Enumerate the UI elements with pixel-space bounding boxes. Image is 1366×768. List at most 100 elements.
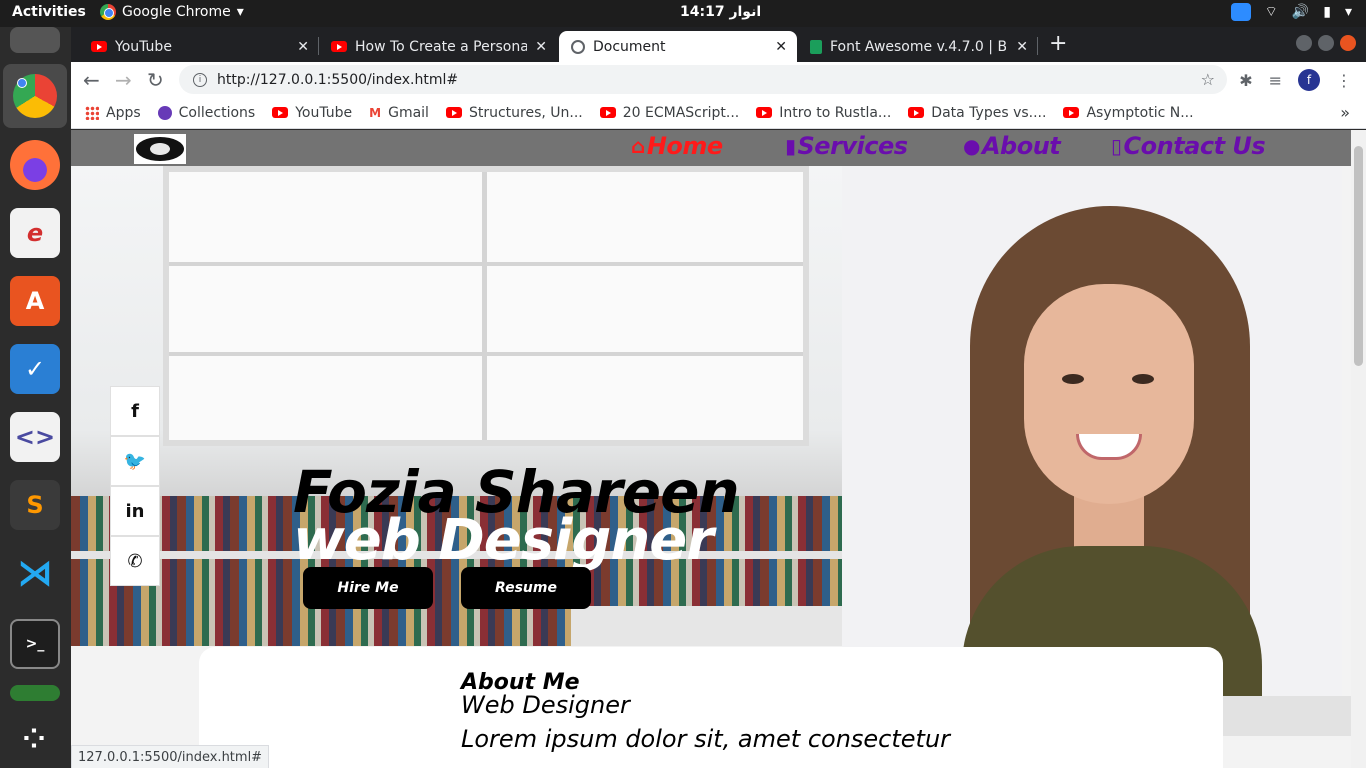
about-subtitle: Web Designer [461,691,630,719]
vscode-icon[interactable]: ⋊ [10,548,60,598]
sheets-icon[interactable] [10,685,60,701]
address-bar[interactable]: i http://127.0.0.1:5500/index.html# ☆ [179,65,1227,94]
activities-button[interactable]: Activities [12,4,86,20]
tab-youtube[interactable]: YouTube ✕ [79,31,319,62]
code-editor-icon[interactable]: <> [10,412,60,462]
info-icon[interactable]: i [193,72,207,87]
evolution-mail-icon[interactable]: e [10,208,60,258]
tab-font-awesome[interactable]: Font Awesome v.4.7.0 | Bo ✕ [798,31,1038,62]
bookmark-asymptotic[interactable]: Asymptotic N... [1063,105,1194,121]
about-section: About Me Web Designer Lorem ipsum dolor … [199,647,1223,768]
firefox-icon[interactable] [10,140,60,190]
close-icon[interactable]: ✕ [297,39,309,55]
toolbar: ← → ↻ i http://127.0.0.1:5500/index.html… [71,62,1366,97]
sublime-text-icon[interactable]: S [10,480,60,530]
close-icon[interactable]: ✕ [775,39,787,55]
linkedin-link[interactable]: in [110,486,160,536]
todo-checkmark-icon[interactable]: ✓ [10,344,60,394]
drive-icon[interactable] [10,27,60,53]
photo-eye [1062,374,1084,384]
bookmark-ecmascript[interactable]: 20 ECMAScript... [599,104,740,121]
system-tray[interactable]: ⌔ 🔊 ▮ ▾ [1230,3,1352,21]
chevron-down-icon[interactable]: ▾ [1345,4,1352,20]
bookmark-youtube[interactable]: YouTube [272,105,352,121]
terminal-icon[interactable]: >_ [10,619,60,669]
new-tab-plus-icon[interactable]: + [1049,31,1067,56]
tab-strip: YouTube ✕ How To Create a Personal ✕ Doc… [71,27,1366,62]
page-scrollbar[interactable] [1351,130,1366,768]
twitter-icon: 🐦 [123,450,147,472]
site-logo[interactable] [134,134,186,164]
youtube-icon [1063,107,1080,118]
media-queue-icon[interactable]: ≡ [1269,71,1282,90]
volume-icon[interactable]: 🔊 [1292,4,1309,20]
collections-icon [157,105,172,120]
tab-how-to-create[interactable]: How To Create a Personal ✕ [319,31,557,62]
server-icon: ▮ [785,134,796,158]
battery-icon[interactable]: ▮ [1323,4,1331,20]
tab-title: Document [593,38,666,55]
chrome-dock-icon[interactable] [3,64,67,128]
nav-label: About [981,132,1061,160]
bookmark-label: Collections [178,104,256,121]
url-text[interactable]: http://127.0.0.1:5500/index.html# [217,72,458,88]
nav-contact[interactable]: ▯ Contact Us [1111,132,1266,160]
software-center-icon[interactable]: A [10,276,60,326]
extensions-puzzle-icon[interactable]: ✱ [1239,71,1252,90]
resume-button[interactable]: Resume [461,567,591,609]
bookmark-star-icon[interactable]: ☆ [1201,70,1215,89]
dock: e A ✓ <> S ⋊ >_ ⁘ [0,27,71,768]
status-bar-url: 127.0.0.1:5500/index.html# [71,745,270,768]
desk [571,606,842,646]
bookmark-label: Structures, Un... [468,104,583,121]
bookmark-label: YouTube [295,104,353,121]
section-divider [1223,696,1351,736]
hero-role: web Designer [293,508,714,573]
maximize-icon[interactable] [1318,35,1334,51]
forward-arrow-icon[interactable]: → [115,68,132,92]
nav-home[interactable]: ⌂ Home [631,132,723,160]
mobile-icon: ▯ [1111,134,1122,158]
facebook-icon: f [131,400,139,422]
reload-icon[interactable]: ↻ [147,68,164,92]
bookmark-rustlang[interactable]: Intro to Rustla... [756,105,891,121]
clock[interactable]: انوار 14:17 [680,4,761,20]
chevron-down-icon: ▾ [236,4,244,20]
bookmark-label: Intro to Rustla... [779,104,892,121]
whatsapp-link[interactable]: ✆ [110,536,160,586]
tab-document[interactable]: Document ✕ [559,31,797,62]
app-menu[interactable]: Google Chrome ▾ [100,4,244,20]
photo-smile [1076,434,1142,460]
profile-photo [842,166,1342,696]
double-chevron-right-icon[interactable]: » [1340,103,1350,122]
close-icon[interactable]: ✕ [1016,39,1028,55]
bookmark-structures[interactable]: Structures, Un... [445,104,583,121]
nav-services[interactable]: ▮ Services [785,132,908,160]
tab-divider [1037,37,1038,55]
minimize-icon[interactable] [1296,35,1312,51]
window-close-icon[interactable] [1340,35,1356,51]
tab-title: How To Create a Personal [355,38,527,55]
hire-me-button[interactable]: Hire Me [303,567,433,609]
bookmark-data-types[interactable]: Data Types vs.... [908,105,1046,121]
back-arrow-icon[interactable]: ← [83,68,100,92]
nav-about[interactable]: ● About [963,132,1061,160]
bookmark-gmail[interactable]: M Gmail [369,105,429,121]
wifi-icon[interactable]: ⌔ [1265,3,1278,21]
profile-avatar[interactable]: f [1298,69,1320,91]
show-apps-grid-icon[interactable]: ⁘ [10,713,60,763]
facebook-link[interactable]: f [110,386,160,436]
bookmark-label: 20 ECMAScript... [622,104,740,121]
globe-icon [571,39,585,54]
kebab-menu-icon[interactable]: ⋮ [1336,71,1352,90]
bookmark-collections[interactable]: Collections [157,104,256,121]
bookmark-apps[interactable]: Apps [85,105,141,121]
twitter-link[interactable]: 🐦 [110,436,160,486]
youtube-icon [908,107,925,118]
nav-label: Contact Us [1123,132,1266,160]
window-transom [169,262,803,266]
zoom-icon[interactable] [1230,3,1251,21]
close-icon[interactable]: ✕ [535,39,547,55]
bookmark-label: Apps [106,104,141,121]
scrollbar-thumb[interactable] [1354,146,1363,366]
